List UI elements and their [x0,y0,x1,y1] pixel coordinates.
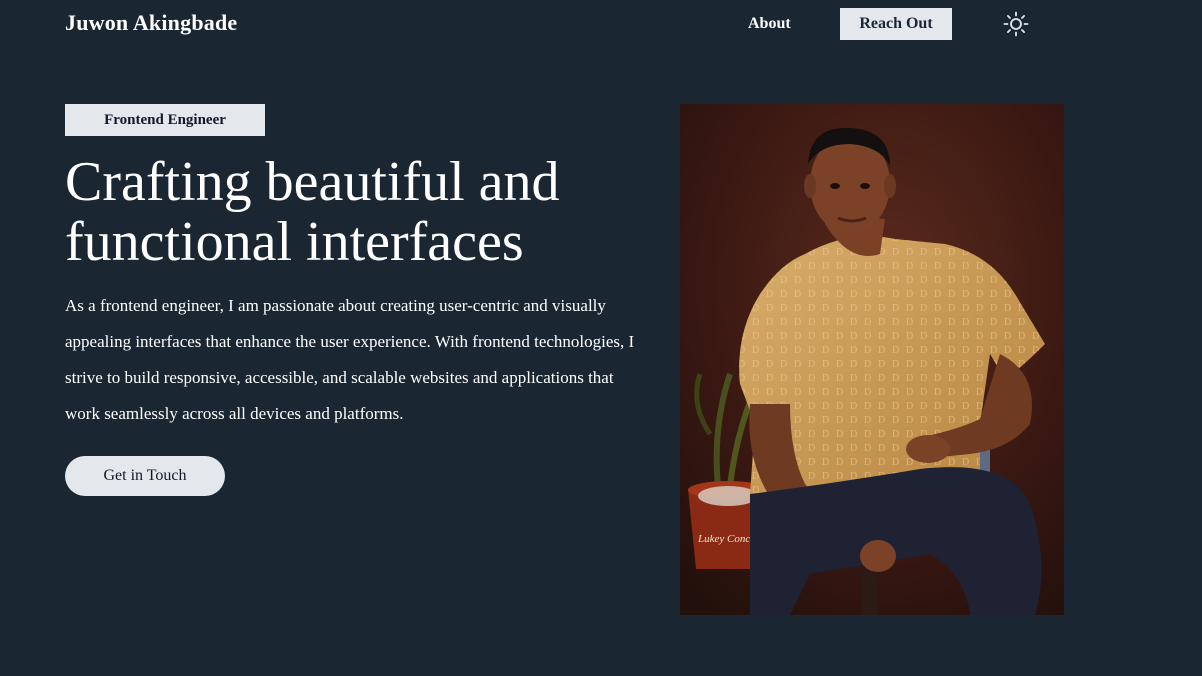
reach-out-button[interactable]: Reach Out [840,8,952,40]
hero-description: As a frontend engineer, I am passionate … [65,296,635,423]
sun-icon[interactable] [1002,10,1030,38]
get-in-touch-button[interactable]: Get in Touch [65,456,225,496]
theme-toggle-sun-glyph [1003,11,1029,37]
page: Juwon Akingbade About Reach Out Frontend… [0,0,1202,676]
profile-photo: D Lukey Concept [680,104,1064,615]
nav-about-link[interactable]: About [748,15,791,33]
role-badge: Frontend Engineer [65,104,265,136]
hero-headline: Crafting beautiful and functional interf… [65,151,560,273]
profile-photo-illustration: D Lukey Concept [680,104,1064,615]
brand-name[interactable]: Juwon Akingbade [65,10,237,36]
